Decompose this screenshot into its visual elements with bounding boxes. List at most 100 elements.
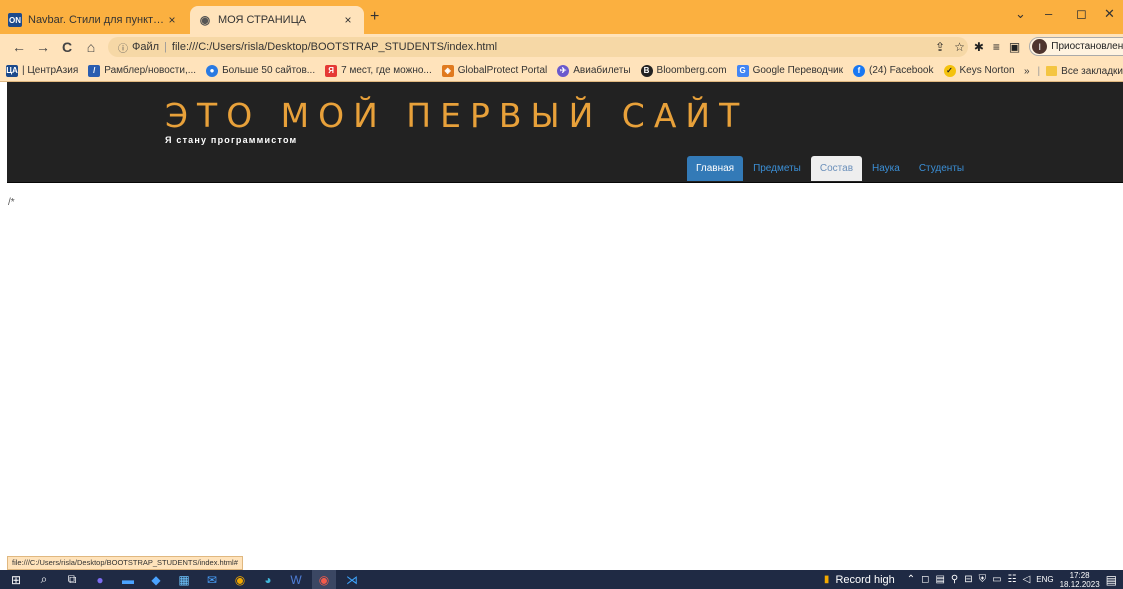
close-icon[interactable]: × bbox=[340, 13, 356, 27]
clock[interactable]: 17:28 18.12.2023 bbox=[1060, 571, 1100, 589]
windows-start-icon[interactable]: ⊞ bbox=[4, 570, 28, 589]
avatar: I bbox=[1032, 39, 1048, 54]
address-url: file:///C:/Users/risla/Desktop/BOOTSTRAP… bbox=[171, 41, 498, 53]
forward-button[interactable]: → bbox=[32, 39, 54, 55]
browser-toolbar: ← → C ⌂ ⓘ Файл | file:///C:/Users/risla/… bbox=[0, 34, 1123, 60]
network-icon[interactable]: ☷ bbox=[1008, 574, 1017, 585]
bookmark-rambler[interactable]: / Рамблер/новости,... bbox=[88, 64, 197, 77]
back-button[interactable]: ← bbox=[8, 39, 30, 55]
task-view-icon[interactable]: ⧉ bbox=[60, 570, 84, 589]
location-icon[interactable]: ⚲ bbox=[951, 574, 958, 585]
photos-icon[interactable]: ◆ bbox=[144, 570, 168, 589]
side-panel-icon[interactable]: ▣ bbox=[1009, 40, 1020, 54]
minimize-button[interactable]: – bbox=[1045, 6, 1052, 21]
clock-date: 18.12.2023 bbox=[1059, 579, 1100, 589]
nav-item-science[interactable]: Наука bbox=[863, 156, 909, 181]
all-bookmarks-button[interactable]: Все закладки bbox=[1061, 66, 1123, 77]
bookmark-50-sites[interactable]: ● Больше 50 сайтов... bbox=[206, 64, 316, 77]
mail-icon[interactable]: ✉ bbox=[200, 570, 224, 589]
tab-title: МОЯ СТРАНИЦА bbox=[218, 14, 307, 26]
new-tab-button[interactable]: + bbox=[370, 8, 379, 26]
bookmark-icon: Я bbox=[325, 64, 338, 77]
address-bar[interactable]: ⓘ Файл | file:///C:/Users/risla/Desktop/… bbox=[108, 37, 968, 57]
bookmark-icon: f bbox=[853, 64, 866, 77]
nav-item-students[interactable]: Студенты bbox=[910, 156, 973, 181]
bookmark-bloomberg[interactable]: B Bloomberg.com bbox=[640, 64, 727, 77]
bookmark-icon: G bbox=[736, 64, 749, 77]
word-icon[interactable]: W bbox=[284, 570, 308, 589]
share-icon[interactable]: ⇪ bbox=[935, 40, 945, 54]
battery-icon[interactable]: ▭ bbox=[992, 574, 1001, 585]
volume-icon[interactable]: ◁ bbox=[1023, 574, 1031, 585]
bookmarks-bar: ЦА | ЦентрАзия / Рамблер/новости,... ● Боль… bbox=[0, 60, 1123, 82]
bookmark-norton[interactable]: ✓ Keys Norton bbox=[943, 64, 1015, 77]
extensions-icon[interactable]: ✱ bbox=[974, 40, 984, 54]
language-indicator[interactable]: ENG bbox=[1036, 575, 1053, 584]
chevron-up-icon[interactable]: ⌃ bbox=[907, 574, 915, 585]
profile-button[interactable]: I Приостановлена bbox=[1029, 37, 1123, 56]
close-icon[interactable]: × bbox=[164, 13, 180, 27]
tab-my-page[interactable]: ◉ МОЯ СТРАНИЦА × bbox=[190, 6, 364, 34]
tray-icon[interactable]: ⊟ bbox=[964, 574, 972, 585]
divider: | bbox=[1037, 65, 1041, 77]
store-icon[interactable]: ▬ bbox=[116, 570, 140, 589]
bookmark-icon: ◈ bbox=[441, 64, 454, 77]
tray-icon[interactable]: ◻ bbox=[921, 574, 929, 585]
tab-title: Navbar. Стили для пунктов меню bbox=[28, 14, 164, 26]
bookmark-label: Google Переводчик bbox=[752, 65, 844, 76]
bookmark-icon: ЦА bbox=[6, 64, 18, 77]
edge-icon[interactable]: ◕ bbox=[256, 570, 280, 589]
copilot-icon[interactable]: ● bbox=[88, 570, 112, 589]
bookmark-label: GlobalProtect Portal bbox=[457, 65, 548, 76]
profile-label: Приостановлена bbox=[1051, 41, 1123, 52]
reading-list-icon[interactable]: ≡ bbox=[993, 40, 1000, 54]
tab-navbar-styles[interactable]: ON Navbar. Стили для пунктов меню × bbox=[8, 6, 188, 34]
clock-time: 17:28 bbox=[1069, 570, 1090, 580]
bookmark-label: Авиабилеты bbox=[573, 65, 631, 76]
bookmarks-right: » | Все закладки bbox=[1015, 60, 1123, 81]
tray-icon[interactable]: ▤ bbox=[935, 574, 944, 585]
bookmark-label: 7 мест, где можно... bbox=[341, 65, 432, 76]
nav-item-home[interactable]: Главная bbox=[687, 156, 744, 181]
bookmark-icon: ✓ bbox=[943, 64, 956, 77]
bookmark-icon: B bbox=[640, 64, 653, 77]
bookmark-7-places[interactable]: Я7 мест, где можно... bbox=[325, 64, 432, 77]
home-button[interactable]: ⌂ bbox=[80, 39, 102, 55]
tab-search-icon[interactable]: ⌄ bbox=[1015, 6, 1026, 22]
chrome-icon[interactable]: ◉ bbox=[228, 570, 252, 589]
toolbar-actions: ⇪ ☆ ✱ ≡ ▣ I Приостановлена ⋮ bbox=[935, 37, 1123, 56]
bookmark-globalprotect[interactable]: ◈ GlobalProtect Portal bbox=[441, 64, 548, 77]
calculator-icon[interactable]: ▦ bbox=[172, 570, 196, 589]
reload-button[interactable]: C bbox=[56, 39, 78, 55]
search-icon[interactable]: ⌕ bbox=[32, 570, 56, 589]
bookmark-label: Рамблер/новости,... bbox=[104, 65, 197, 76]
address-prefix: Файл bbox=[132, 41, 160, 53]
thermometer-icon: ▮ bbox=[823, 574, 830, 585]
star-icon[interactable]: ☆ bbox=[954, 40, 965, 54]
bookmark-aviabilety[interactable]: ✈ Авиабилеты bbox=[557, 64, 631, 77]
chrome-active-icon[interactable]: ◉ bbox=[312, 570, 336, 589]
bookmark-label: Больше 50 сайтов... bbox=[222, 65, 316, 76]
site-nav: Главная Предметы Состав Наука Студенты bbox=[687, 156, 974, 181]
bookmark-centrasia[interactable]: ЦА | ЦентрАзия bbox=[6, 64, 79, 77]
nav-item-subjects[interactable]: Предметы bbox=[744, 156, 810, 181]
info-icon[interactable]: ⓘ bbox=[118, 40, 128, 55]
bookmark-icon: ● bbox=[206, 64, 219, 77]
notifications-icon[interactable]: ▤ bbox=[1106, 573, 1117, 587]
status-url-bubble: file:///C:/Users/risla/Desktop/BOOTSTRAP… bbox=[7, 556, 243, 570]
maximize-button[interactable]: ◻ bbox=[1076, 6, 1087, 22]
nav-item-staff[interactable]: Состав bbox=[810, 156, 862, 181]
bookmarks-more-button[interactable]: » bbox=[1024, 66, 1030, 77]
stray-text: /* bbox=[8, 197, 15, 208]
site-title: ЭТО МОЙ ПЕРВЫЙ САЙТ bbox=[165, 96, 749, 135]
close-window-button[interactable]: ✕ bbox=[1104, 6, 1115, 22]
system-tray: ▮ Record high ⌃ ◻ ▤ ⚲ ⊟ ⛨ ▭ ☷ ◁ ENG 17:2… bbox=[824, 570, 1117, 589]
bookmark-google-translate[interactable]: G Google Переводчик bbox=[736, 64, 844, 77]
weather-label[interactable]: Record high bbox=[835, 574, 894, 586]
bookmark-label: | ЦентрАзия bbox=[22, 65, 79, 76]
site-header: ЭТО МОЙ ПЕРВЫЙ САЙТ Я стану программисто… bbox=[7, 82, 1123, 183]
vscode-icon[interactable]: ⋊ bbox=[340, 570, 364, 589]
bookmark-icon: ✈ bbox=[557, 64, 570, 77]
bookmark-facebook[interactable]: f (24) Facebook bbox=[853, 64, 934, 77]
shield-icon[interactable]: ⛨ bbox=[979, 574, 987, 585]
